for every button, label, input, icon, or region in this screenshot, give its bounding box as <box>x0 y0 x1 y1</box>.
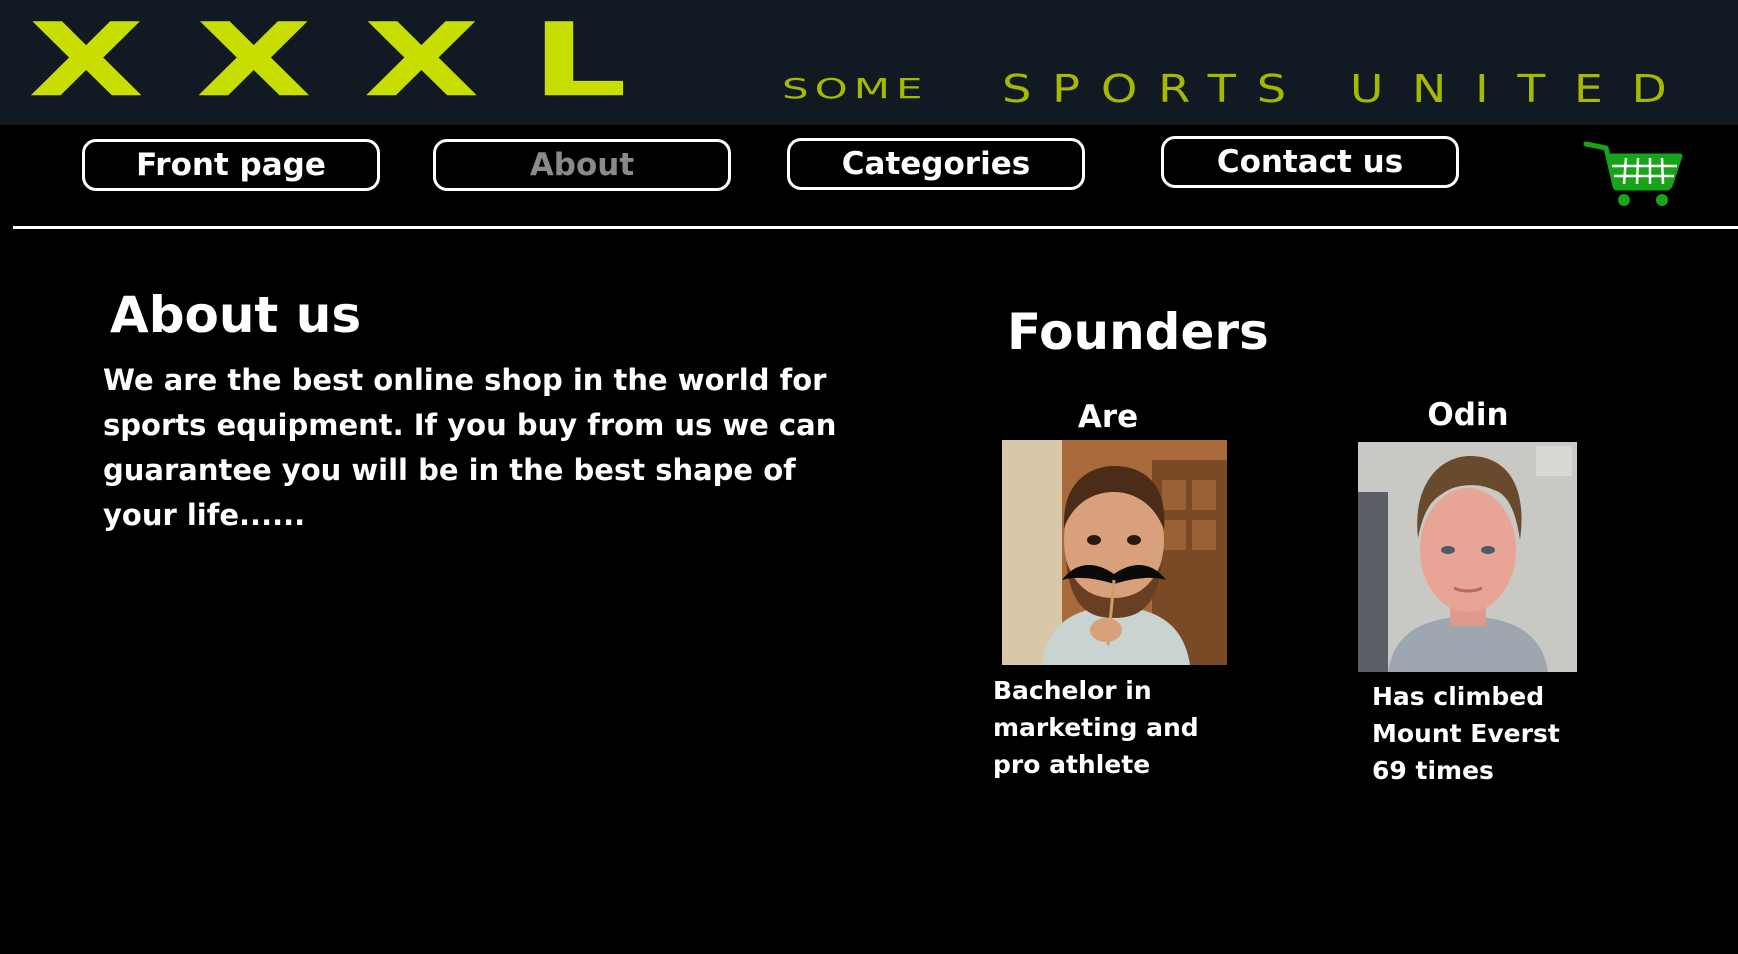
nav-about-button[interactable]: About <box>433 139 731 191</box>
site-logo[interactable]: XXXL <box>28 9 678 110</box>
tagline-united: UNITED <box>1350 66 1696 111</box>
founder-photo-odin <box>1358 442 1577 672</box>
founder-name-odin: Odin <box>1427 397 1509 433</box>
founder-name-are: Are <box>1077 399 1139 435</box>
founder-photo-are <box>1002 440 1227 665</box>
nav-categories-button[interactable]: Categories <box>787 138 1085 190</box>
founder-description-are: Bachelor in marketing and pro athlete <box>993 676 1199 779</box>
nav-front-page-button[interactable]: Front page <box>82 139 380 191</box>
founders-title: Founders <box>1007 303 1269 361</box>
site-tagline: SOME SPORTS UNITED <box>782 66 1667 111</box>
founder-description-odin: Has climbed Mount Everst 69 times <box>1372 682 1560 785</box>
shopping-cart-icon[interactable] <box>1582 138 1686 210</box>
nav-divider <box>13 226 1738 229</box>
about-title: About us <box>110 286 362 344</box>
about-text: We are the best online shop in the world… <box>103 363 837 532</box>
header-banner: XXXL SOME SPORTS UNITED <box>0 0 1738 125</box>
nav-contact-button[interactable]: Contact us <box>1161 136 1459 188</box>
